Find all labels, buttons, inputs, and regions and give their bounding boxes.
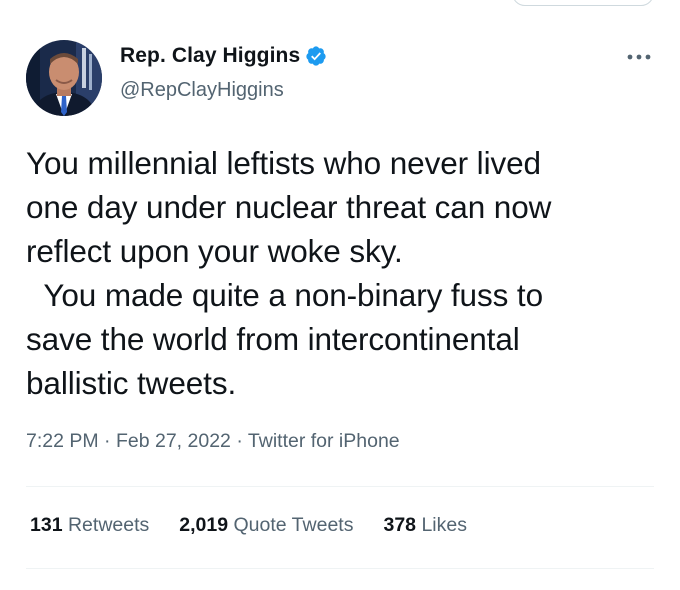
retweets-stat[interactable]: 131 Retweets [30,514,149,537]
divider [26,568,654,569]
meta-separator: · [104,430,111,452]
likes-label: Likes [421,514,467,536]
engagement-stats: 131 Retweets 2,019 Quote Tweets 378 Like… [30,514,497,537]
quote-tweets-label: Quote Tweets [233,514,354,536]
quote-tweets-stat[interactable]: 2,019 Quote Tweets [179,514,353,537]
tweet-source-link[interactable]: Twitter for iPhone [248,430,400,452]
tweet-time[interactable]: 7:22 PM [26,430,99,452]
avatar[interactable] [26,40,102,116]
tweet-date[interactable]: Feb 27, 2022 [116,430,231,452]
likes-count: 378 [383,514,417,536]
retweets-count: 131 [30,514,63,536]
more-options-icon[interactable] [624,50,654,64]
tweet-metadata: 7:22 PM · Feb 27, 2022 · Twitter for iPh… [26,430,400,453]
author-handle[interactable]: @RepClayHiggins [120,79,284,102]
quote-tweets-count: 2,019 [179,514,229,536]
retweets-label: Retweets [67,514,150,536]
author-name-row[interactable]: Rep. Clay Higgins [120,44,327,68]
verified-badge-icon [305,45,327,67]
author-display-name[interactable]: Rep. Clay Higgins [120,44,300,68]
top-button-partial[interactable] [512,0,654,6]
divider [26,486,654,487]
tweet-text: You millennial leftists who never lived … [26,145,552,401]
meta-separator: · [236,430,243,452]
likes-stat[interactable]: 378 Likes [383,514,467,537]
